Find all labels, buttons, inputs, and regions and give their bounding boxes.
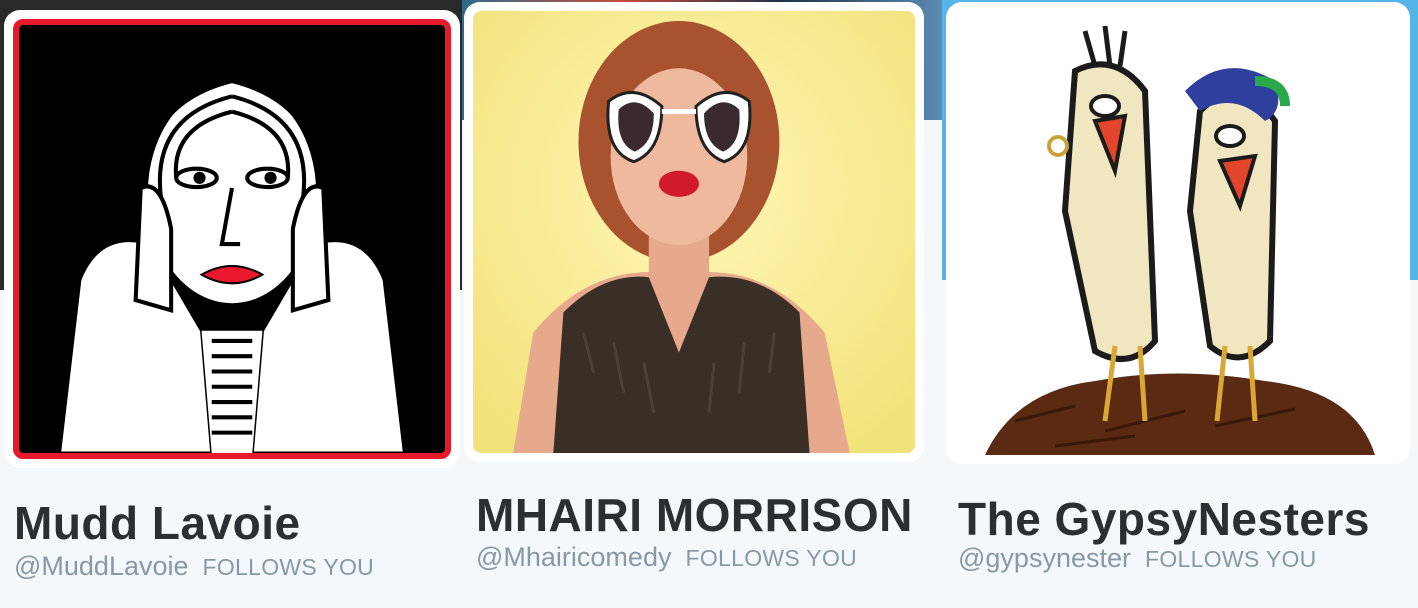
illustrated-face-avatar-icon [19,25,445,453]
follows-you-badge: FOLLOWS YOU [1144,546,1317,572]
profile-name[interactable]: The GypsyNesters [958,492,1370,546]
profile-meta: @gypsynester FOLLOWS YOU [958,543,1317,574]
avatar-frame [4,10,460,468]
profile-card[interactable]: Mudd Lavoie @MuddLavoie FOLLOWS YOU [0,0,462,608]
follows-you-badge: FOLLOWS YOU [202,554,375,580]
avatar[interactable] [955,11,1401,455]
profile-name[interactable]: Mudd Lavoie [14,496,301,550]
profile-handle[interactable]: @Mhairicomedy [476,542,671,572]
photo-portrait-avatar-icon [473,11,915,453]
follows-you-badge: FOLLOWS YOU [685,545,858,571]
profile-card[interactable]: MHAIRI MORRISON @Mhairicomedy FOLLOWS YOU [462,0,942,608]
cartoon-birds-avatar-icon [955,11,1401,455]
profile-card[interactable]: The GypsyNesters @gypsynester FOLLOWS YOU [942,0,1418,608]
profile-handle[interactable]: @MuddLavoie [14,551,189,581]
avatar[interactable] [473,11,915,453]
avatar-frame [464,2,924,462]
avatar[interactable] [13,19,451,459]
profile-meta: @Mhairicomedy FOLLOWS YOU [476,542,857,573]
profile-handle[interactable]: @gypsynester [958,543,1131,573]
avatar-frame [946,2,1410,464]
profile-name[interactable]: MHAIRI MORRISON [476,488,913,542]
profile-meta: @MuddLavoie FOLLOWS YOU [14,551,374,582]
